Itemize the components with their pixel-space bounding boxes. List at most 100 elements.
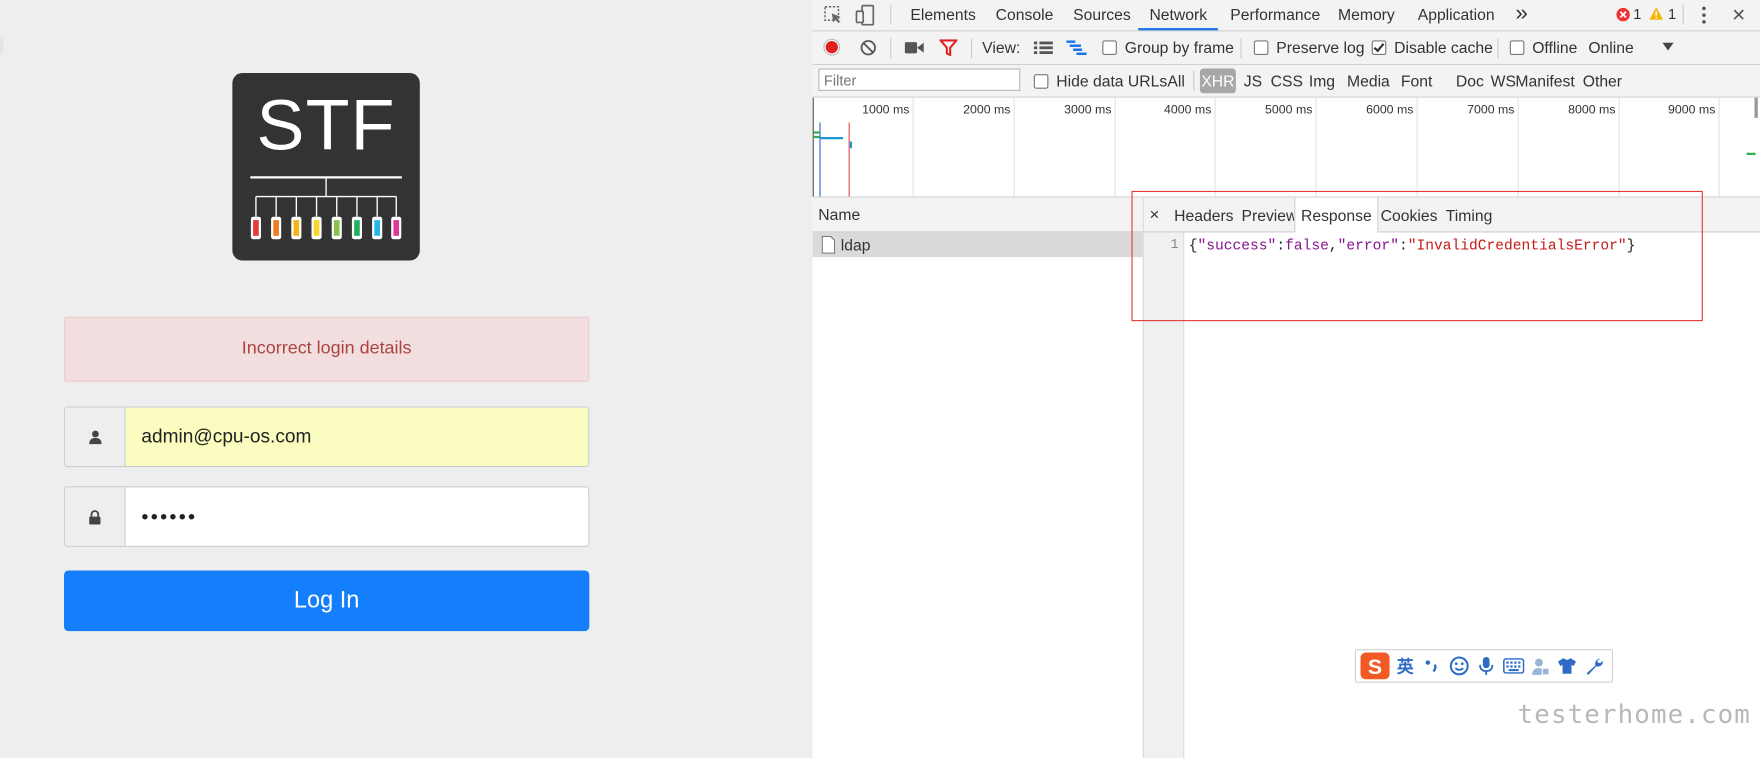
timeline-gridline: [1416, 97, 1418, 197]
waterfall-overview-icon[interactable]: [1066, 40, 1087, 56]
logo-device-screen-5: [333, 220, 340, 236]
ime-language-toggle[interactable]: 英: [1393, 650, 1418, 681]
clear-icon[interactable]: [860, 39, 877, 56]
timeline-tick-label: 5000 ms: [1265, 103, 1313, 117]
hide-data-urls-checkbox[interactable]: [1033, 74, 1049, 89]
wrench-settings-icon[interactable]: [1582, 650, 1607, 681]
error-icon: [1616, 7, 1630, 22]
disable-cache-checkbox[interactable]: [1371, 40, 1387, 56]
user-icon: [65, 407, 126, 467]
detail-tab-cookies[interactable]: Cookies: [1381, 198, 1438, 232]
network-controls-bar: View: Group by frame Preserve log Disabl…: [812, 31, 1760, 66]
group-by-frame-checkbox[interactable]: [1102, 40, 1117, 56]
timeline-gridline: [1214, 97, 1216, 197]
tab-elements[interactable]: Elements: [910, 0, 976, 30]
error-count[interactable]: 1: [1633, 6, 1641, 23]
password-input[interactable]: [125, 487, 589, 546]
request-row[interactable]: ldap: [812, 232, 1143, 258]
document-icon: [821, 235, 836, 254]
chevron-down-icon[interactable]: [1662, 42, 1674, 51]
timeline-gridline: [1013, 97, 1015, 197]
filter-type-img[interactable]: Img: [1309, 69, 1335, 94]
video-camera-icon[interactable]: [904, 42, 924, 54]
filter-type-js[interactable]: JS: [1244, 69, 1262, 94]
filter-input[interactable]: [818, 68, 1021, 91]
throttling-select[interactable]: Online: [1588, 38, 1633, 56]
email-input[interactable]: [125, 407, 589, 467]
detail-tab-response[interactable]: Response: [1294, 197, 1379, 233]
devtools-panel: Elements Console Sources Network Performance…: [812, 0, 1760, 758]
kebab-menu-icon[interactable]: [1701, 6, 1708, 25]
inspect-element-icon[interactable]: [824, 6, 843, 25]
large-rows-icon[interactable]: [1033, 40, 1053, 55]
json-comma: ,: [1328, 236, 1338, 254]
filter-type-doc[interactable]: Doc: [1456, 69, 1484, 94]
microphone-icon[interactable]: [1474, 650, 1499, 681]
left-edge-marker: [0, 37, 4, 53]
line-number: 1: [1170, 236, 1179, 253]
timeline-load-line: [848, 122, 850, 197]
logo-device-tree-icon: [250, 176, 402, 240]
password-field-group: [63, 486, 590, 547]
sogou-logo-icon[interactable]: S: [1358, 650, 1392, 681]
filter-type-ws[interactable]: WS: [1491, 69, 1516, 94]
detail-tab-timing[interactable]: Timing: [1446, 198, 1493, 232]
tab-network[interactable]: Network: [1138, 0, 1219, 31]
timeline-scroll-handle[interactable]: [1754, 97, 1758, 118]
punctuation-icon[interactable]: [1420, 650, 1445, 681]
timeline-gridline: [1517, 97, 1519, 197]
login-button[interactable]: Log In: [63, 570, 590, 632]
line-number-gutter: 1: [1143, 232, 1185, 758]
record-icon[interactable]: [823, 38, 841, 56]
tab-application[interactable]: Application: [1418, 0, 1495, 30]
tab-performance[interactable]: Performance: [1230, 0, 1320, 30]
logo-device-screen-3: [293, 220, 300, 236]
preserve-log-checkbox[interactable]: [1253, 40, 1269, 56]
logo-device-screen-8: [393, 220, 400, 236]
filter-type-manifest[interactable]: Manifest: [1515, 69, 1574, 94]
filter-type-css[interactable]: CSS: [1271, 69, 1303, 94]
detail-tab-preview[interactable]: Preview: [1241, 198, 1297, 232]
name-column-label: Name: [818, 205, 861, 224]
logo-device-screen-7: [374, 220, 380, 236]
device-toolbar-icon[interactable]: [855, 4, 875, 26]
requests-list: Name ldap: [812, 197, 1144, 758]
timeline-tick-label: 8000 ms: [1568, 103, 1616, 117]
detail-tab-headers[interactable]: Headers: [1174, 198, 1233, 232]
response-body[interactable]: {"success":false,"error":"InvalidCredent…: [1189, 237, 1636, 254]
group-by-frame-label: Group by frame: [1124, 38, 1234, 57]
view-label: View:: [982, 38, 1021, 57]
filter-type-media[interactable]: Media: [1347, 69, 1390, 94]
logo-device-screen-2: [273, 220, 279, 236]
emoji-icon[interactable]: [1447, 650, 1472, 681]
network-timeline-overview[interactable]: 1000 ms 2000 ms 3000 ms 4000 ms 5000 ms 6000 …: [812, 97, 1760, 198]
devtools-tabs-bar: Elements Console Sources Network Performance…: [812, 0, 1760, 32]
offline-checkbox[interactable]: [1509, 40, 1525, 56]
tab-console[interactable]: Console: [996, 0, 1054, 30]
filter-type-xhr[interactable]: XHR: [1199, 68, 1236, 94]
filter-type-all[interactable]: All: [1167, 69, 1184, 94]
name-column-header[interactable]: Name: [812, 197, 1143, 233]
timeline-tick-label: 2000 ms: [963, 103, 1011, 117]
login-error-alert: Incorrect login details: [63, 316, 590, 382]
filter-funnel-icon[interactable]: [939, 39, 958, 57]
warning-count[interactable]: 1: [1668, 6, 1676, 23]
filter-type-font[interactable]: Font: [1401, 69, 1432, 94]
close-devtools-icon[interactable]: [1733, 9, 1744, 20]
timeline-left-edge: [812, 97, 814, 197]
json-value-error: "InvalidCredentialsError": [1407, 236, 1627, 254]
email-field-group: [63, 406, 590, 468]
login-error-text: Incorrect login details: [241, 339, 412, 359]
keyboard-icon[interactable]: [1501, 650, 1526, 681]
tab-sources[interactable]: Sources: [1073, 0, 1131, 30]
filter-type-other[interactable]: Other: [1583, 69, 1622, 94]
tab-memory[interactable]: Memory: [1338, 0, 1395, 30]
user-account-icon[interactable]: [1528, 650, 1553, 681]
timeline-tick-label: 1000 ms: [862, 103, 910, 117]
skin-shirt-icon[interactable]: [1555, 650, 1580, 681]
close-detail-icon[interactable]: ×: [1149, 198, 1159, 232]
timeline-gridline: [1718, 97, 1720, 197]
watermark-text: testerhome.com: [1517, 700, 1751, 730]
more-tabs-button[interactable]: »: [1515, 2, 1527, 24]
logo-device-screen-4: [313, 220, 320, 236]
